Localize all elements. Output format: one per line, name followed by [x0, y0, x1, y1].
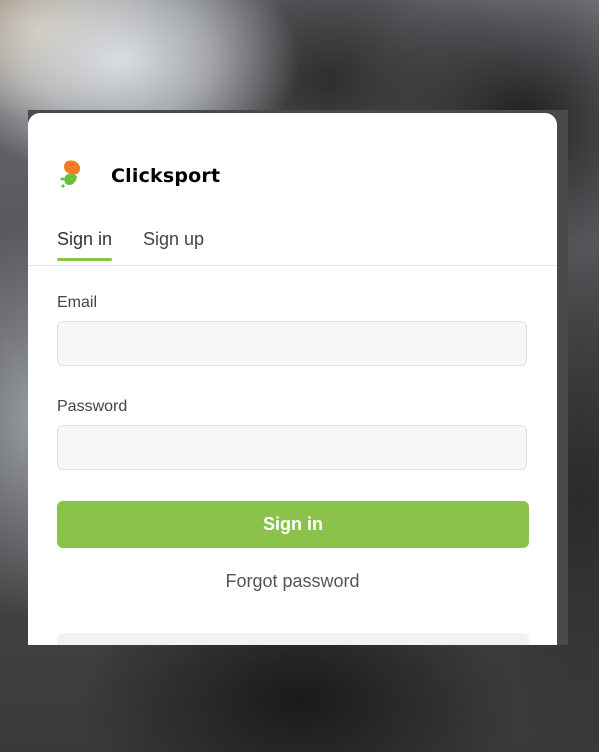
email-label: Email [57, 294, 98, 311]
password-label: Password [57, 398, 128, 415]
tab-sign-up[interactable]: Sign up [143, 229, 204, 260]
auth-tabs: Sign in Sign up [28, 223, 557, 266]
forgot-password-link[interactable]: Forgot password [28, 571, 557, 592]
brand-name: Clicksport [111, 165, 221, 187]
auth-card: Clicksport Sign in Sign up Email Passwor… [28, 113, 557, 645]
sign-in-button[interactable]: Sign in [57, 501, 529, 548]
clicksport-logo-icon [60, 160, 81, 188]
email-field[interactable] [57, 321, 527, 366]
tab-sign-in[interactable]: Sign in [57, 229, 113, 261]
bottom-section [57, 633, 529, 645]
password-field[interactable] [57, 425, 527, 470]
